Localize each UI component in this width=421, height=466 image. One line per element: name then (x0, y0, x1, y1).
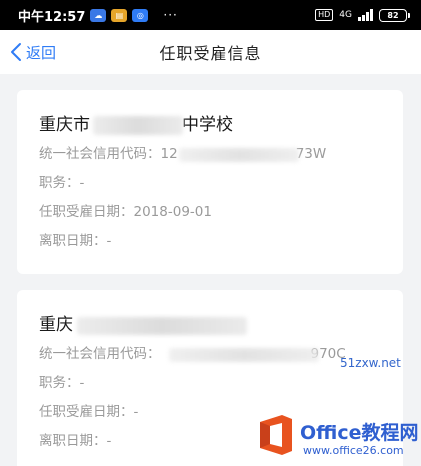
network-type: 4G (339, 10, 352, 20)
company-name: 重庆 (39, 310, 381, 340)
browser-app-icon: ◎ (132, 8, 149, 22)
position-row: 职务： - (39, 375, 85, 391)
redaction-mask (179, 148, 299, 162)
hd-icon: HD (315, 9, 334, 21)
signal-icon (358, 9, 373, 21)
more-notifications-icon: ··· (163, 8, 178, 22)
employment-record-card[interactable]: 重庆市 中学校 统一社会信用代码： 12 73W 职务： - 任职受雇日期： 201… (17, 90, 403, 274)
back-label: 返回 (26, 43, 57, 62)
hire-date-row: 任职受雇日期： 2018-09-01 (39, 204, 212, 220)
status-left: 中午12:57 ☁ ▤ ◎ ··· (18, 6, 178, 25)
redaction-mask (93, 116, 183, 135)
position-row: 职务： - (39, 175, 85, 191)
watermark-url: 51zxw.net (340, 356, 401, 370)
news-app-icon: ▤ (111, 8, 128, 22)
page-title: 任职受雇信息 (159, 44, 262, 63)
leave-date-row: 离职日期： - (39, 233, 112, 249)
battery-icon: 82 (379, 8, 410, 22)
chevron-left-icon (11, 43, 21, 61)
office-logo-icon (260, 415, 292, 455)
credit-code-row: 统一社会信用代码： 970C (39, 346, 346, 362)
status-right: HD 4G 82 (315, 8, 410, 22)
status-bar: 中午12:57 ☁ ▤ ◎ ··· HD 4G 82 (0, 0, 421, 30)
cloud-app-icon: ☁ (90, 8, 107, 22)
watermark-brand: Office教程网 (300, 422, 419, 444)
watermark-site: www.office26.com (303, 444, 404, 457)
nav-bar: 返回 任职受雇信息 (0, 30, 421, 74)
status-time: 中午12:57 (18, 9, 86, 25)
redaction-mask (169, 348, 319, 362)
credit-code-row: 统一社会信用代码： 12 73W (39, 146, 327, 162)
redaction-mask (77, 317, 247, 335)
company-name: 重庆市 中学校 (39, 115, 233, 135)
back-button[interactable]: 返回 (10, 30, 56, 74)
